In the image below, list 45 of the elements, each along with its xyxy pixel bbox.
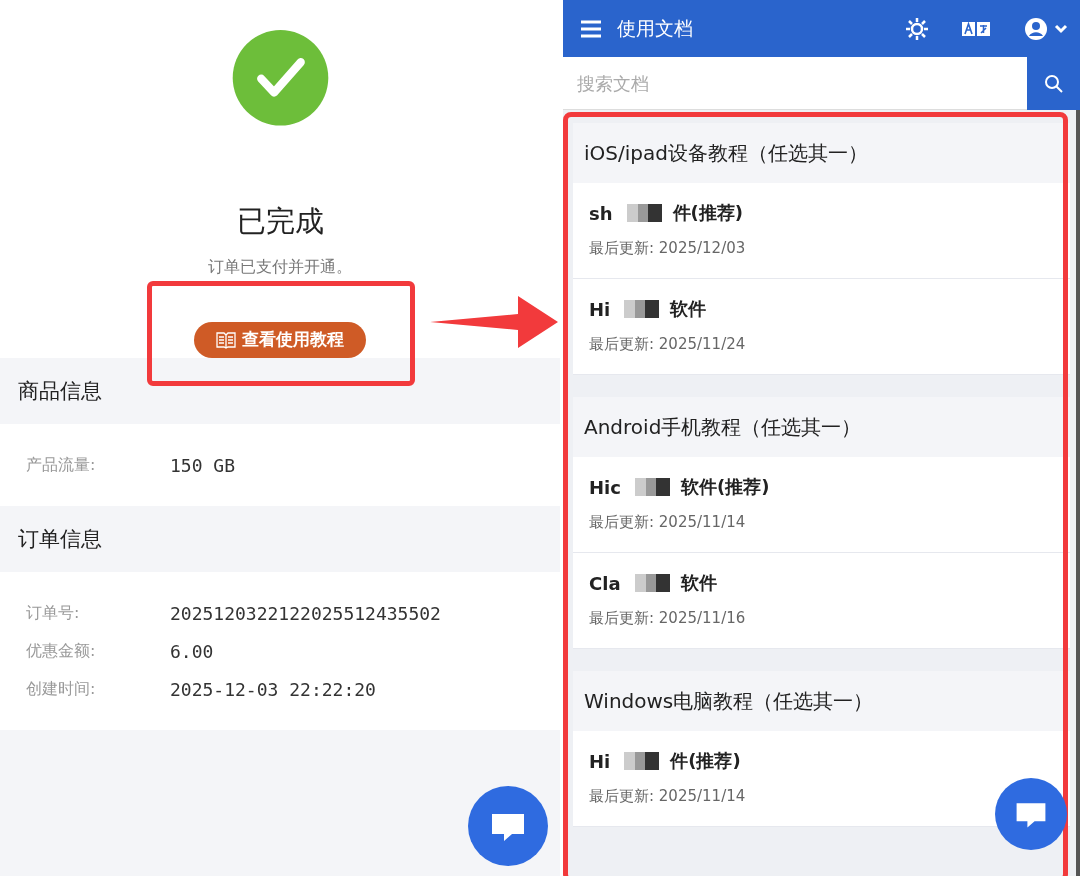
- doc-title: sh: [589, 202, 613, 224]
- field-label: 创建时间:: [25, 678, 97, 700]
- doc-title: Cla: [589, 572, 621, 594]
- field-label: 产品流量:: [25, 454, 97, 476]
- doc-title: 软件: [670, 297, 707, 321]
- updated-date: 最后更新: 2025/11/14: [589, 787, 747, 806]
- group-title: iOS/ipad设备教程（任选其一）: [573, 123, 1070, 183]
- translate-icon[interactable]: [962, 20, 990, 37]
- status-message: 订单已支付并开通。: [208, 256, 352, 278]
- field-value: 2025120322122025512435502: [170, 602, 441, 624]
- doc-item[interactable]: Hi 件(推荐) 最后更新: 2025/11/14: [573, 731, 1070, 827]
- doc-title: 件(推荐): [672, 201, 743, 225]
- doc-item[interactable]: sh 件(推荐) 最后更新: 2025/12/03: [573, 183, 1070, 279]
- updated-date: 最后更新: 2025/11/24: [589, 335, 747, 354]
- book-icon: [216, 330, 236, 349]
- updated-date: 最后更新: 2025/11/14: [589, 513, 747, 532]
- tutorial-button[interactable]: 查看使用教程: [194, 321, 366, 358]
- doc-item[interactable]: Cla 软件 最后更新: 2025/11/16: [573, 553, 1070, 649]
- account-menu-icon[interactable]: [1024, 16, 1068, 41]
- chat-button[interactable]: [468, 786, 548, 866]
- search-button[interactable]: [1027, 57, 1080, 110]
- updated-date: 最后更新: 2025/11/16: [589, 609, 747, 628]
- search-icon: [1043, 73, 1064, 94]
- group-title: Android手机教程（任选其一）: [573, 397, 1070, 457]
- doc-title: Hi: [589, 298, 611, 320]
- field-label: 订单号:: [25, 602, 81, 624]
- field-label: 优惠金额:: [25, 640, 97, 662]
- doc-item[interactable]: Hi 软件 最后更新: 2025/11/24: [573, 279, 1070, 375]
- doc-title: 件(推荐): [670, 749, 741, 773]
- doc-item[interactable]: Hic 软件(推荐) 最后更新: 2025/11/14: [573, 457, 1070, 553]
- chat-button[interactable]: [995, 778, 1067, 850]
- doc-title: 软件(推荐): [680, 475, 770, 499]
- doc-title: Hic: [589, 476, 621, 498]
- doc-title: Hi: [589, 750, 611, 772]
- status-title: 已完成: [236, 202, 324, 240]
- search-field[interactable]: 搜索文档: [563, 57, 1027, 110]
- field-value: 150 GB: [170, 454, 236, 476]
- page-title: 使用文档: [617, 15, 694, 41]
- field-value: 6.00: [170, 640, 214, 662]
- doc-title: 软件: [680, 571, 717, 595]
- group-title: Windows电脑教程（任选其一）: [573, 671, 1070, 731]
- field-value: 2025-12-03 22:22:20: [170, 678, 376, 700]
- menu-icon[interactable]: [581, 19, 601, 38]
- sun-icon[interactable]: [906, 17, 928, 40]
- updated-date: 最后更新: 2025/12/03: [589, 239, 747, 258]
